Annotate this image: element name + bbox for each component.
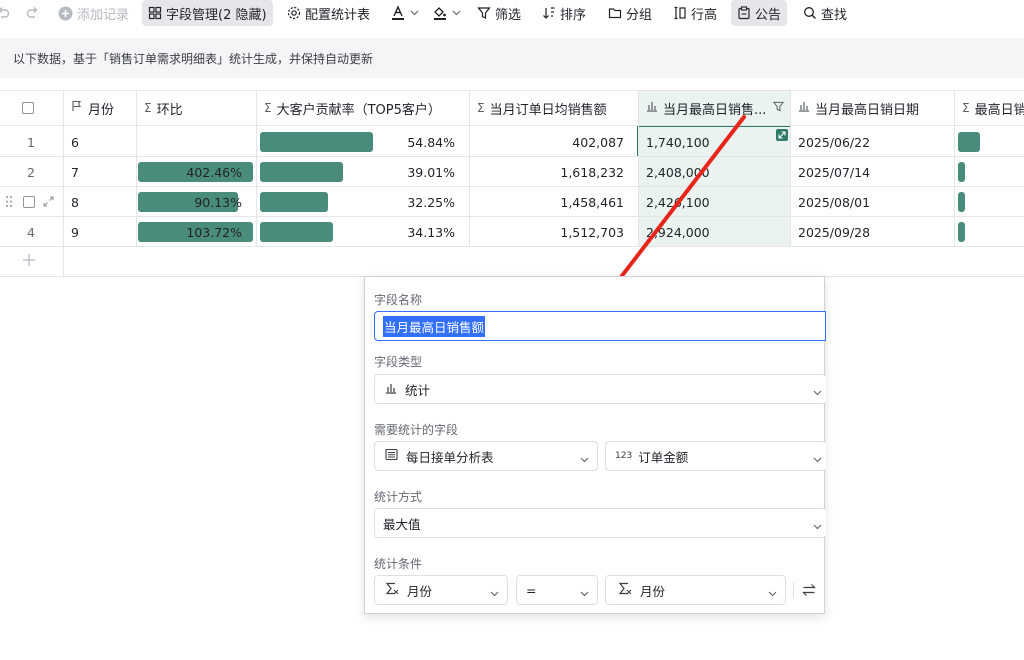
field-type-select[interactable]: 统计	[374, 374, 826, 404]
source-table-value: 每日接单分析表	[406, 449, 494, 465]
field-name-label: 字段名称	[374, 293, 423, 307]
chevron-down-icon	[490, 585, 499, 600]
method-select[interactable]: 最大值	[374, 508, 826, 538]
table-icon	[385, 448, 398, 464]
cond-left-value: 月份	[407, 583, 433, 599]
chevron-down-icon	[580, 451, 589, 466]
chevron-down-icon	[580, 585, 589, 600]
field-name-input[interactable]: 当月最高日销售额	[374, 311, 826, 341]
swap-icon[interactable]	[802, 583, 816, 601]
chevron-down-icon	[813, 518, 822, 533]
source-table-select[interactable]: 每日接单分析表	[374, 441, 598, 471]
cond-right-value: 月份	[640, 583, 666, 599]
source-field-value: 订单金额	[638, 449, 689, 465]
cond-operator-select[interactable]: =	[516, 575, 598, 605]
source-field-select[interactable]: 123 订单金额	[605, 441, 826, 471]
field-config-panel: 字段名称 当月最高日销售额 字段类型 统计 需要统计的字段 每日接单分析表 12…	[364, 276, 826, 614]
method-label: 统计方式	[374, 490, 423, 504]
field-name-value: 当月最高日销售额	[383, 315, 486, 337]
chevron-down-icon	[813, 384, 822, 399]
method-value: 最大值	[383, 516, 421, 532]
chevron-down-icon	[813, 451, 822, 466]
condition-label: 统计条件	[374, 557, 423, 571]
cond-right-select[interactable]: 月份	[605, 575, 786, 605]
stat-field-label: 需要统计的字段	[374, 423, 459, 437]
field-type-value: 统计	[405, 382, 431, 398]
divider	[793, 582, 794, 598]
formula-icon	[618, 582, 632, 598]
chevron-down-icon	[768, 585, 777, 600]
formula-icon	[385, 582, 399, 598]
field-type-label: 字段类型	[374, 355, 423, 369]
cond-operator-value: =	[526, 582, 537, 598]
cond-left-select[interactable]: 月份	[374, 575, 508, 605]
number-field-icon: 123	[615, 451, 633, 461]
stats-chart-icon	[385, 382, 397, 397]
